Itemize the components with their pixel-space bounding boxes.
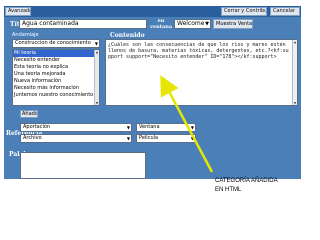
keywords-input[interactable] bbox=[20, 152, 146, 179]
add-scaffold-button[interactable]: Añadir bbox=[20, 110, 38, 118]
scroll-down-icon[interactable]: ▼ bbox=[95, 101, 99, 105]
movie-select-value: Pelicula bbox=[139, 135, 159, 141]
contribution-select[interactable]: Aportación ▼ bbox=[20, 123, 132, 132]
file-select-value: Archivo bbox=[23, 135, 42, 141]
scaffold-category-value: Construccion de conocimiento bbox=[15, 40, 91, 46]
file-select[interactable]: Archivo ▼ bbox=[20, 134, 132, 143]
content-editor[interactable]: ¿Cuáles son las consecuencias de que los… bbox=[105, 39, 298, 106]
close-and-contribute-button[interactable]: Cerrar y Contribuir bbox=[221, 7, 267, 16]
movie-select[interactable]: Pelicula ▼ bbox=[136, 134, 196, 143]
show-window-button[interactable]: Muestra Ventana bbox=[213, 19, 253, 29]
chevron-down-icon: ▼ bbox=[190, 125, 194, 130]
window-select-value: Welcome bbox=[177, 20, 205, 27]
top-toolbar: Avanzado Cerrar y Contribuir Cancelar bbox=[4, 6, 301, 17]
chevron-down-icon: ▼ bbox=[126, 136, 130, 141]
list-item[interactable]: Nueva información bbox=[13, 78, 99, 85]
chevron-down-icon: ▼ bbox=[205, 21, 209, 27]
list-item[interactable]: Necesito entender bbox=[13, 57, 99, 64]
content-label: Contenido bbox=[110, 32, 145, 39]
scaffold-category-select[interactable]: Construccion de conocimiento ▼ bbox=[12, 39, 100, 48]
chevron-down-icon: ▼ bbox=[94, 41, 98, 46]
chevron-down-icon: ▼ bbox=[126, 125, 130, 130]
advanced-button[interactable]: Avanzado bbox=[5, 7, 31, 16]
scroll-up-icon[interactable]: ▲ bbox=[95, 50, 99, 54]
content-scrollbar[interactable]: ▲ ▼ bbox=[292, 40, 297, 105]
cancel-button[interactable]: Cancelar bbox=[270, 7, 300, 16]
chevron-down-icon: ▼ bbox=[190, 136, 194, 141]
in-window-label: en ventana bbox=[150, 18, 173, 30]
contribution-select-value: Aportación bbox=[23, 124, 51, 130]
scaffold-list[interactable]: Mi teoría Necesito entender Esta teoría … bbox=[12, 49, 100, 106]
content-text: ¿Cuáles son las consecuencias de que los… bbox=[108, 42, 289, 60]
reference-window-value: Ventana bbox=[139, 124, 160, 130]
list-item[interactable]: Juntemos nuestro conocimiento bbox=[13, 92, 99, 99]
scroll-down-icon[interactable]: ▼ bbox=[293, 101, 297, 105]
list-item[interactable]: Mi teoría bbox=[13, 50, 99, 57]
window-select[interactable]: Welcome ▼ bbox=[174, 19, 211, 29]
annotation-line-1: CATEGORÍA AÑADIDA bbox=[215, 178, 278, 184]
reference-window-select[interactable]: Ventana ▼ bbox=[136, 123, 196, 132]
scaffold-list-scrollbar[interactable]: ▲ ▼ bbox=[94, 50, 99, 105]
list-item[interactable]: Necesito más información bbox=[13, 85, 99, 92]
annotation-line-2: EN HTML bbox=[215, 187, 242, 193]
list-item[interactable]: Esta teoría no explica bbox=[13, 64, 99, 71]
list-item[interactable]: Una teoría mejorada bbox=[13, 71, 99, 78]
kf-note-window: Avanzado Cerrar y Contribuir Cancelar Tí… bbox=[4, 6, 301, 179]
scroll-up-icon[interactable]: ▲ bbox=[293, 40, 297, 44]
title-input[interactable]: Agua contaminada bbox=[19, 19, 147, 29]
scaffold-label: Andamiaje bbox=[12, 32, 39, 38]
annotation-text: CATEGORÍA AÑADIDA EN HTML bbox=[215, 177, 278, 195]
